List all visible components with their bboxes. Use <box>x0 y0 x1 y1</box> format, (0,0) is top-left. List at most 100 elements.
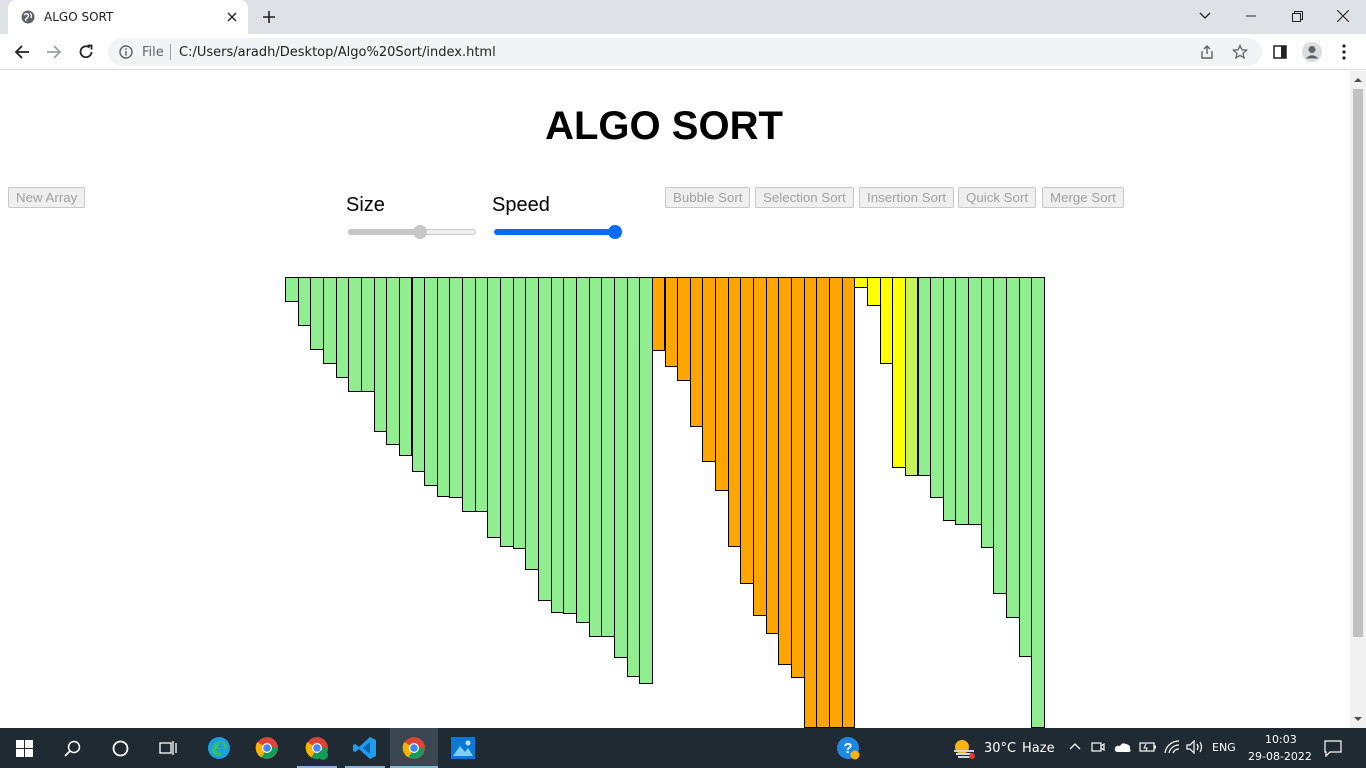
star-icon[interactable] <box>1232 44 1248 60</box>
size-slider[interactable] <box>348 225 476 239</box>
array-bars <box>285 277 1045 728</box>
taskbar-chrome-profile[interactable] <box>293 728 341 768</box>
insertion-sort-button[interactable]: Insertion Sort <box>859 187 955 208</box>
bar-sorted <box>297 277 312 326</box>
chrome-profile-icon <box>305 737 328 760</box>
arrow-right-icon <box>47 45 62 59</box>
close-window-button[interactable] <box>1320 0 1366 32</box>
back-button[interactable] <box>10 40 34 64</box>
scroll-thumb[interactable] <box>1353 89 1363 637</box>
bar-sorted <box>588 277 603 637</box>
bar-pivot <box>778 277 792 665</box>
reload-icon <box>79 44 93 59</box>
new-tab-icon[interactable] <box>260 8 278 26</box>
new-array-button[interactable]: New Array <box>8 187 86 208</box>
bar-sorted <box>285 277 299 302</box>
speed-slider[interactable] <box>494 225 622 239</box>
edge-icon <box>208 737 230 759</box>
bar-pivot <box>702 277 717 462</box>
bar-compare <box>904 277 919 476</box>
tab-search-button[interactable] <box>1182 0 1228 32</box>
bar-sorted <box>1006 277 1020 618</box>
url-text[interactable]: C:/Users/aradh/Desktop/Algo%20Sort/index… <box>179 45 496 60</box>
bar-compare <box>892 277 906 468</box>
page-scrollbar[interactable] <box>1350 71 1366 728</box>
bar-sorted <box>424 277 438 486</box>
reload-button[interactable] <box>74 40 98 64</box>
taskbar-chrome-active[interactable] <box>390 728 438 768</box>
selection-sort-button[interactable]: Selection Sort <box>755 187 854 208</box>
bar-sorted <box>512 277 527 549</box>
quick-sort-button[interactable]: Quick Sort <box>958 187 1037 208</box>
menu-button[interactable] <box>1332 40 1356 64</box>
scroll-down-icon[interactable] <box>1354 715 1362 723</box>
clock-time[interactable]: 10:03 <box>1265 733 1297 746</box>
meet-now-icon[interactable] <box>1091 740 1105 754</box>
battery-icon[interactable] <box>1139 741 1157 753</box>
bar-sorted <box>500 277 514 547</box>
close-tab-icon[interactable] <box>224 9 240 25</box>
minimize-button[interactable] <box>1228 0 1274 32</box>
taskbar-vscode[interactable] <box>341 728 389 768</box>
taskbar-edge[interactable] <box>195 728 243 768</box>
weather-temp[interactable]: 30°C <box>984 741 1016 756</box>
bar-sorted <box>322 277 337 364</box>
restore-button[interactable] <box>1274 0 1320 32</box>
onedrive-icon[interactable] <box>1114 741 1132 753</box>
forward-button[interactable] <box>42 40 66 64</box>
photos-icon <box>451 737 475 759</box>
bar-pivot <box>651 277 666 351</box>
task-view-icon <box>159 741 177 755</box>
bar-pivot <box>841 277 856 728</box>
bar-sorted <box>563 277 577 614</box>
chevron-up-icon[interactable] <box>1069 742 1081 750</box>
more-vert-icon <box>1342 44 1346 60</box>
address-bar[interactable]: File C:/Users/aradh/Desktop/Algo%20Sort/… <box>108 38 1262 66</box>
bar-sorted <box>1031 277 1045 728</box>
bar-sorted <box>575 277 590 623</box>
weather-haze-icon[interactable] <box>952 737 976 759</box>
speed-label: Speed <box>492 194 550 216</box>
start-button[interactable] <box>0 728 48 768</box>
profile-button[interactable] <box>1300 40 1324 64</box>
minimize-icon <box>1246 15 1256 17</box>
speed-slider-thumb[interactable] <box>608 225 622 239</box>
bar-sorted <box>980 277 995 548</box>
bubble-sort-button[interactable]: Bubble Sort <box>665 187 751 208</box>
help-button[interactable]: ? <box>824 728 872 768</box>
language-indicator[interactable]: ENG <box>1212 741 1236 754</box>
bar-sorted <box>601 277 615 637</box>
scroll-up-icon[interactable] <box>1354 76 1362 84</box>
file-scheme-label: File <box>142 45 164 60</box>
clock-date[interactable]: 29-08-2022 <box>1248 750 1312 763</box>
browser-tab[interactable]: ALGO SORT <box>8 0 248 34</box>
bar-sorted <box>968 277 982 525</box>
bar-sorted <box>613 277 628 658</box>
taskbar-photos[interactable] <box>439 728 487 768</box>
bar-pivot <box>828 277 843 728</box>
windows-logo-icon <box>15 739 33 757</box>
task-view-button[interactable] <box>144 728 192 768</box>
taskbar-chrome[interactable] <box>243 728 291 768</box>
cortana-button[interactable] <box>96 728 144 768</box>
bar-pivot <box>791 277 805 678</box>
search-button[interactable] <box>48 728 96 768</box>
notifications-icon[interactable] <box>1324 740 1342 757</box>
bar-sorted <box>1018 277 1033 657</box>
wifi-icon[interactable] <box>1164 740 1180 754</box>
volume-icon[interactable] <box>1186 740 1204 754</box>
side-panel-button[interactable] <box>1268 40 1292 64</box>
bar-sorted <box>942 277 957 521</box>
merge-sort-button[interactable]: Merge Sort <box>1042 187 1124 208</box>
tab-title: ALGO SORT <box>44 10 114 24</box>
avatar-icon <box>1302 42 1322 62</box>
size-slider-fill <box>348 229 420 235</box>
size-slider-thumb[interactable] <box>412 225 427 239</box>
weather-desc[interactable]: Haze <box>1022 741 1055 756</box>
bar-pivot <box>677 277 691 381</box>
info-icon[interactable] <box>119 45 133 59</box>
size-label: Size <box>346 194 385 216</box>
bar-sorted <box>930 277 944 498</box>
share-icon[interactable] <box>1199 44 1215 60</box>
omnibox-divider <box>170 44 171 60</box>
